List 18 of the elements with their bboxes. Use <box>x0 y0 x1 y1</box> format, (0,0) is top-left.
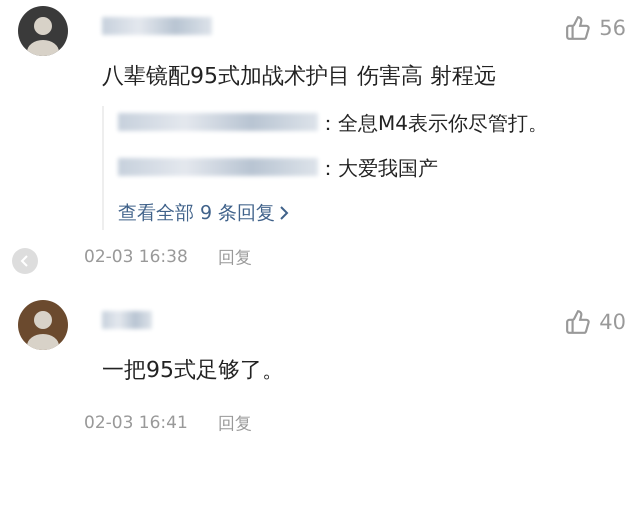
like-count: 40 <box>599 310 626 334</box>
avatar[interactable] <box>18 6 68 56</box>
chevron-left-icon <box>20 254 30 268</box>
comment-text: 一把95式足够了。 <box>102 357 285 385</box>
like-count: 56 <box>599 16 626 40</box>
view-all-replies-link[interactable]: 查看全部 9 条回复 <box>118 200 626 226</box>
comment-time: 02-03 16:41 <box>84 413 188 433</box>
reply-text: ：大爱我国产 <box>318 155 438 182</box>
avatar[interactable] <box>18 300 68 350</box>
chevron-right-icon <box>279 205 290 221</box>
reply-text: ：全息M4表示你尽管打。 <box>318 110 548 137</box>
comment-text: 八辈镜配95式加战术护目 伤害高 射程远 <box>102 63 497 91</box>
reply-link[interactable]: 回复 <box>218 246 252 268</box>
comment-time: 02-03 16:38 <box>84 247 188 267</box>
thumbs-up-icon[interactable] <box>565 15 592 41</box>
reply-link[interactable]: 回复 <box>218 412 252 434</box>
blurred-username <box>102 311 152 329</box>
thumbs-up-icon[interactable] <box>565 309 592 335</box>
